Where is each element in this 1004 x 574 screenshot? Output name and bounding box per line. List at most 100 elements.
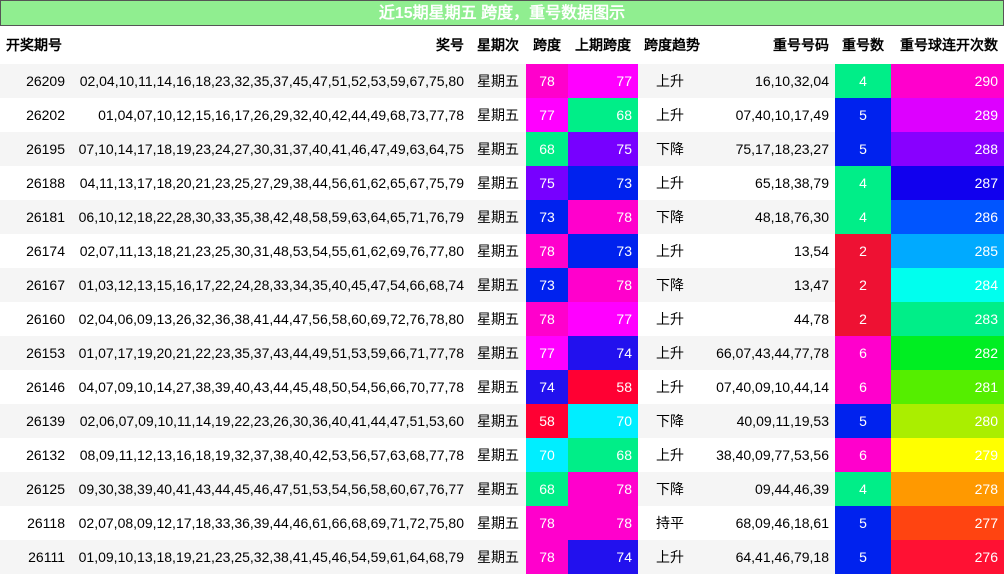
- cell-weekday: 星期五: [470, 234, 526, 268]
- cell-consecutive: 286: [891, 200, 1004, 234]
- cell-trend: 上升: [638, 98, 702, 132]
- cell-numbers: 02,06,07,09,10,11,14,19,22,23,26,30,36,4…: [71, 404, 470, 438]
- cell-prev-span: 68: [568, 98, 638, 132]
- cell-weekday: 星期五: [470, 98, 526, 132]
- cell-weekday: 星期五: [470, 336, 526, 370]
- cell-consecutive: 288: [891, 132, 1004, 166]
- cell-consecutive: 290: [891, 64, 1004, 98]
- cell-period: 26160: [0, 302, 71, 336]
- cell-repeat-count: 5: [835, 506, 891, 540]
- header-numbers: 奖号: [71, 26, 470, 64]
- cell-repeat-count: 6: [835, 438, 891, 472]
- header-repeat-numbers: 重号号码: [702, 26, 835, 64]
- data-table: 开奖期号 奖号 星期次 跨度 上期跨度 跨度趋势 重号号码 重号数 重号球连开次…: [0, 26, 1004, 574]
- cell-weekday: 星期五: [470, 472, 526, 506]
- cell-numbers: 02,04,06,09,13,26,32,36,38,41,44,47,56,5…: [71, 302, 470, 336]
- cell-repeat-numbers: 07,40,10,17,49: [702, 98, 835, 132]
- table-row: 26111 01,09,10,13,18,19,21,23,25,32,38,41…: [0, 540, 1004, 574]
- table-row: 26132 08,09,11,12,13,16,18,19,32,37,38,40…: [0, 438, 1004, 472]
- cell-repeat-count: 2: [835, 268, 891, 302]
- cell-span: 78: [526, 234, 568, 268]
- cell-span: 78: [526, 506, 568, 540]
- cell-span: 73: [526, 200, 568, 234]
- cell-numbers: 01,09,10,13,18,19,21,23,25,32,38,41,45,4…: [71, 540, 470, 574]
- cell-weekday: 星期五: [470, 166, 526, 200]
- cell-numbers: 08,09,11,12,13,16,18,19,32,37,38,40,42,5…: [71, 438, 470, 472]
- cell-weekday: 星期五: [470, 268, 526, 302]
- cell-weekday: 星期五: [470, 540, 526, 574]
- cell-prev-span: 74: [568, 540, 638, 574]
- table-row: 26160 02,04,06,09,13,26,32,36,38,41,44,47…: [0, 302, 1004, 336]
- cell-repeat-count: 5: [835, 540, 891, 574]
- cell-prev-span: 78: [568, 200, 638, 234]
- cell-span: 78: [526, 302, 568, 336]
- cell-repeat-numbers: 38,40,09,77,53,56: [702, 438, 835, 472]
- cell-prev-span: 68: [568, 438, 638, 472]
- cell-period: 26132: [0, 438, 71, 472]
- cell-repeat-count: 4: [835, 166, 891, 200]
- cell-trend: 上升: [638, 540, 702, 574]
- cell-trend: 上升: [638, 166, 702, 200]
- cell-consecutive: 287: [891, 166, 1004, 200]
- cell-consecutive: 281: [891, 370, 1004, 404]
- cell-period: 26209: [0, 64, 71, 98]
- cell-prev-span: 78: [568, 472, 638, 506]
- cell-prev-span: 73: [568, 166, 638, 200]
- cell-consecutive: 277: [891, 506, 1004, 540]
- header-repeat-count: 重号数: [835, 26, 891, 64]
- cell-repeat-numbers: 13,47: [702, 268, 835, 302]
- cell-trend: 下降: [638, 472, 702, 506]
- cell-period: 26146: [0, 370, 71, 404]
- cell-weekday: 星期五: [470, 438, 526, 472]
- cell-repeat-numbers: 09,44,46,39: [702, 472, 835, 506]
- header-prev-span: 上期跨度: [568, 26, 638, 64]
- cell-weekday: 星期五: [470, 370, 526, 404]
- cell-consecutive: 276: [891, 540, 1004, 574]
- cell-period: 26202: [0, 98, 71, 132]
- cell-period: 26167: [0, 268, 71, 302]
- cell-weekday: 星期五: [470, 302, 526, 336]
- table-row: 26188 04,11,13,17,18,20,21,23,25,27,29,38…: [0, 166, 1004, 200]
- cell-span: 77: [526, 98, 568, 132]
- table-row: 26118 02,07,08,09,12,17,18,33,36,39,44,46…: [0, 506, 1004, 540]
- cell-numbers: 01,04,07,10,12,15,16,17,26,29,32,40,42,4…: [71, 98, 470, 132]
- cell-numbers: 02,07,11,13,18,21,23,25,30,31,48,53,54,5…: [71, 234, 470, 268]
- cell-repeat-count: 5: [835, 132, 891, 166]
- cell-span: 78: [526, 540, 568, 574]
- cell-prev-span: 77: [568, 64, 638, 98]
- table-row: 26181 06,10,12,18,22,28,30,33,35,38,42,48…: [0, 200, 1004, 234]
- cell-trend: 下降: [638, 132, 702, 166]
- header-span: 跨度: [526, 26, 568, 64]
- table-row: 26153 01,07,17,19,20,21,22,23,35,37,43,44…: [0, 336, 1004, 370]
- cell-span: 78: [526, 64, 568, 98]
- cell-repeat-count: 4: [835, 472, 891, 506]
- cell-repeat-numbers: 44,78: [702, 302, 835, 336]
- cell-period: 26195: [0, 132, 71, 166]
- cell-consecutive: 282: [891, 336, 1004, 370]
- cell-span: 58: [526, 404, 568, 438]
- cell-prev-span: 78: [568, 506, 638, 540]
- cell-span: 77: [526, 336, 568, 370]
- cell-span: 68: [526, 472, 568, 506]
- cell-period: 26153: [0, 336, 71, 370]
- cell-period: 26174: [0, 234, 71, 268]
- cell-trend: 下降: [638, 268, 702, 302]
- cell-span: 68: [526, 132, 568, 166]
- cell-period: 26181: [0, 200, 71, 234]
- header-period: 开奖期号: [0, 26, 71, 64]
- cell-consecutive: 278: [891, 472, 1004, 506]
- header-consecutive: 重号球连开次数: [891, 26, 1004, 64]
- cell-repeat-numbers: 64,41,46,79,18: [702, 540, 835, 574]
- table-row: 26195 07,10,14,17,18,19,23,24,27,30,31,37…: [0, 132, 1004, 166]
- cell-trend: 上升: [638, 438, 702, 472]
- cell-numbers: 04,11,13,17,18,20,21,23,25,27,29,38,44,5…: [71, 166, 470, 200]
- cell-span: 75: [526, 166, 568, 200]
- cell-repeat-count: 2: [835, 302, 891, 336]
- table-row: 26146 04,07,09,10,14,27,38,39,40,43,44,45…: [0, 370, 1004, 404]
- cell-numbers: 07,10,14,17,18,19,23,24,27,30,31,37,40,4…: [71, 132, 470, 166]
- cell-consecutive: 289: [891, 98, 1004, 132]
- cell-numbers: 09,30,38,39,40,41,43,44,45,46,47,51,53,5…: [71, 472, 470, 506]
- table-row: 26167 01,03,12,13,15,16,17,22,24,28,33,34…: [0, 268, 1004, 302]
- cell-numbers: 02,07,08,09,12,17,18,33,36,39,44,46,61,6…: [71, 506, 470, 540]
- cell-repeat-numbers: 07,40,09,10,44,14: [702, 370, 835, 404]
